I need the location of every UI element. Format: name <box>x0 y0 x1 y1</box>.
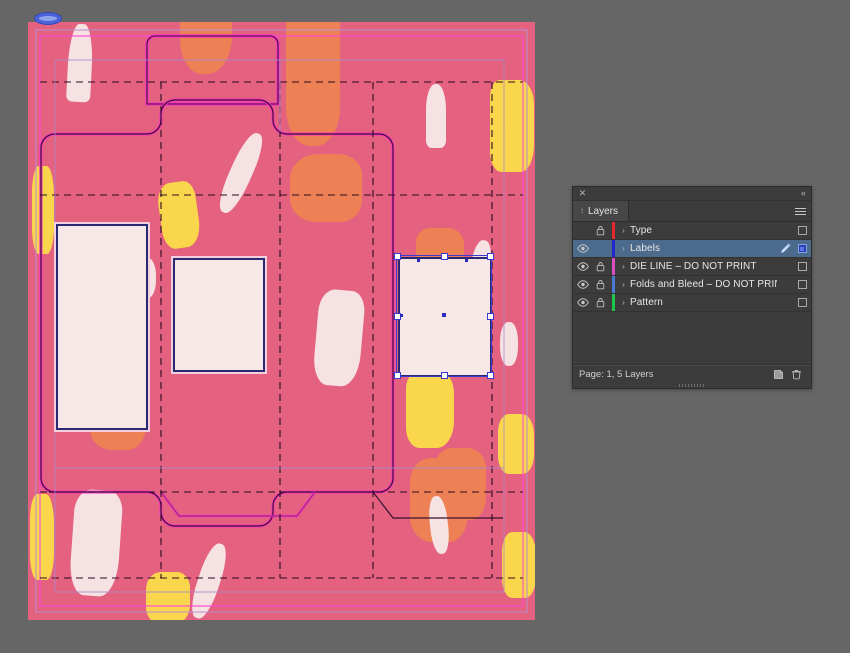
artboard-wrapper[interactable] <box>28 22 535 620</box>
tab-layers-label: Layers <box>588 206 618 217</box>
layer-color-swatch <box>609 240 617 257</box>
layer-row[interactable]: ›DIE LINE – DO NOT PRINT <box>573 258 811 276</box>
layer-color-swatch <box>609 258 617 275</box>
layer-name-label: Pattern <box>630 297 777 308</box>
close-icon[interactable]: ✕ <box>578 189 587 198</box>
expand-chevron-icon[interactable]: › <box>617 226 630 235</box>
panel-footer: Page: 1, 5 Layers <box>573 365 811 383</box>
tabrow-filler <box>629 201 789 221</box>
layer-list-empty-area <box>573 312 811 365</box>
lock-icon[interactable] <box>592 261 609 272</box>
new-layer-icon[interactable] <box>769 369 787 380</box>
tab-grip-icon: ↕ <box>580 207 584 215</box>
eye-icon[interactable] <box>573 262 592 271</box>
selection-handle[interactable] <box>441 372 448 379</box>
eye-icon[interactable] <box>573 244 592 253</box>
lock-icon[interactable] <box>592 225 609 236</box>
center-anchor-point[interactable] <box>442 313 446 317</box>
layer-row[interactable]: ›Type <box>573 222 811 240</box>
target-indicator[interactable] <box>793 244 811 253</box>
layer-color-swatch <box>609 276 617 293</box>
panel-menu-icon[interactable] <box>789 201 811 221</box>
layer-name-label: Labels <box>630 243 777 254</box>
trash-icon[interactable] <box>787 369 805 380</box>
layer-row[interactable]: ›Pattern <box>573 294 811 312</box>
layer-name-label: DIE LINE – DO NOT PRINT <box>630 261 777 272</box>
lock-icon[interactable] <box>592 279 609 290</box>
label-rect-middle[interactable] <box>173 258 265 372</box>
label-rect-left[interactable] <box>56 224 148 430</box>
path-anchor-point[interactable] <box>465 259 468 262</box>
eye-icon[interactable] <box>573 298 592 307</box>
selection-handle[interactable] <box>394 253 401 260</box>
target-indicator[interactable] <box>793 226 811 235</box>
artboard-name-badge[interactable] <box>34 12 62 25</box>
selection-handle[interactable] <box>487 372 494 379</box>
layer-color-swatch <box>609 294 617 311</box>
lock-icon[interactable] <box>592 297 609 308</box>
path-anchor-point[interactable] <box>400 314 403 317</box>
panel-titlebar[interactable]: ✕ « <box>573 187 811 201</box>
expand-chevron-icon[interactable]: › <box>617 262 630 271</box>
layers-panel[interactable]: ✕ « ↕ Layers ›Type›Labels›DIE LINE – DO … <box>572 186 812 389</box>
expand-chevron-icon[interactable]: › <box>617 244 630 253</box>
target-indicator[interactable] <box>793 280 811 289</box>
tab-layers[interactable]: ↕ Layers <box>573 201 629 221</box>
panel-tab-row[interactable]: ↕ Layers <box>573 201 811 222</box>
artboard[interactable] <box>28 22 535 620</box>
selection-bounding-box[interactable] <box>396 255 492 377</box>
layer-color-swatch <box>609 222 617 239</box>
selection-handle[interactable] <box>487 253 494 260</box>
layer-name-label: Folds and Bleed – DO NOT PRINT <box>630 279 777 290</box>
layer-name-label: Type <box>630 225 777 236</box>
layer-row[interactable]: ›Folds and Bleed – DO NOT PRINT <box>573 276 811 294</box>
eye-icon[interactable] <box>573 280 592 289</box>
layer-row[interactable]: ›Labels <box>573 240 811 258</box>
path-anchor-point[interactable] <box>417 259 420 262</box>
layer-list[interactable]: ›Type›Labels›DIE LINE – DO NOT PRINT›Fol… <box>573 222 811 312</box>
selection-handle[interactable] <box>487 313 494 320</box>
pencil-icon[interactable] <box>777 243 793 254</box>
panel-resize-grip[interactable] <box>573 383 811 388</box>
target-indicator[interactable] <box>793 262 811 271</box>
selection-handle[interactable] <box>441 253 448 260</box>
layer-count-status: Page: 1, 5 Layers <box>579 369 769 380</box>
expand-chevron-icon[interactable]: › <box>617 280 630 289</box>
target-indicator[interactable] <box>793 298 811 307</box>
collapse-panel-icon[interactable]: « <box>801 188 806 198</box>
expand-chevron-icon[interactable]: › <box>617 298 630 307</box>
selection-handle[interactable] <box>394 372 401 379</box>
